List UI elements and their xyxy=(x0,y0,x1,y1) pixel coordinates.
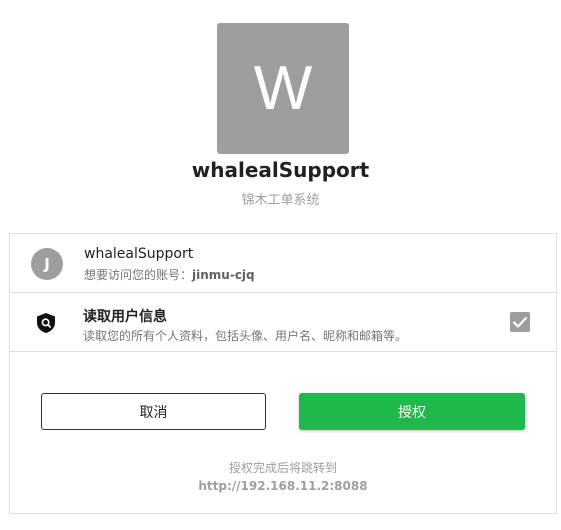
client-name: whalealSupport xyxy=(84,246,194,262)
access-prefix: 想要访问您的账号： xyxy=(84,268,193,282)
app-subtitle: 锦木工单系统 xyxy=(241,193,320,208)
permission-checkbox[interactable] xyxy=(510,312,530,332)
checkmark-icon xyxy=(513,316,527,328)
account-access-text: 想要访问您的账号：jinmu-cjq xyxy=(84,266,255,283)
app-logo-letter: W xyxy=(253,53,313,123)
shield-icon xyxy=(37,313,55,333)
account-row: J whalealSupport 想要访问您的账号：jinmu-cjq xyxy=(10,234,556,293)
authorization-card: J whalealSupport 想要访问您的账号：jinmu-cjq 读取用户… xyxy=(9,233,557,514)
redirect-url: http://192.168.11.2:8088 xyxy=(198,479,368,493)
app-logo: W xyxy=(217,23,349,154)
app-name: whalealSupport xyxy=(191,158,370,182)
avatar: J xyxy=(31,248,63,280)
account-username: jinmu-cjq xyxy=(192,268,255,282)
cancel-button[interactable]: 取消 xyxy=(41,393,266,430)
permission-title: 读取用户信息 xyxy=(83,309,167,325)
permission-description: 读取您的所有个人资料，包括头像、用户名、昵称和邮箱等。 xyxy=(83,329,408,343)
oauth-authorize-page: W whalealSupport 锦木工单系统 J whalealSupport… xyxy=(0,0,561,530)
permission-row-read-user-info[interactable]: 读取用户信息 读取您的所有个人资料，包括头像、用户名、昵称和邮箱等。 xyxy=(10,293,556,352)
redirect-note: 授权完成后将跳转到 xyxy=(228,461,337,475)
authorize-button[interactable]: 授权 xyxy=(299,393,525,430)
